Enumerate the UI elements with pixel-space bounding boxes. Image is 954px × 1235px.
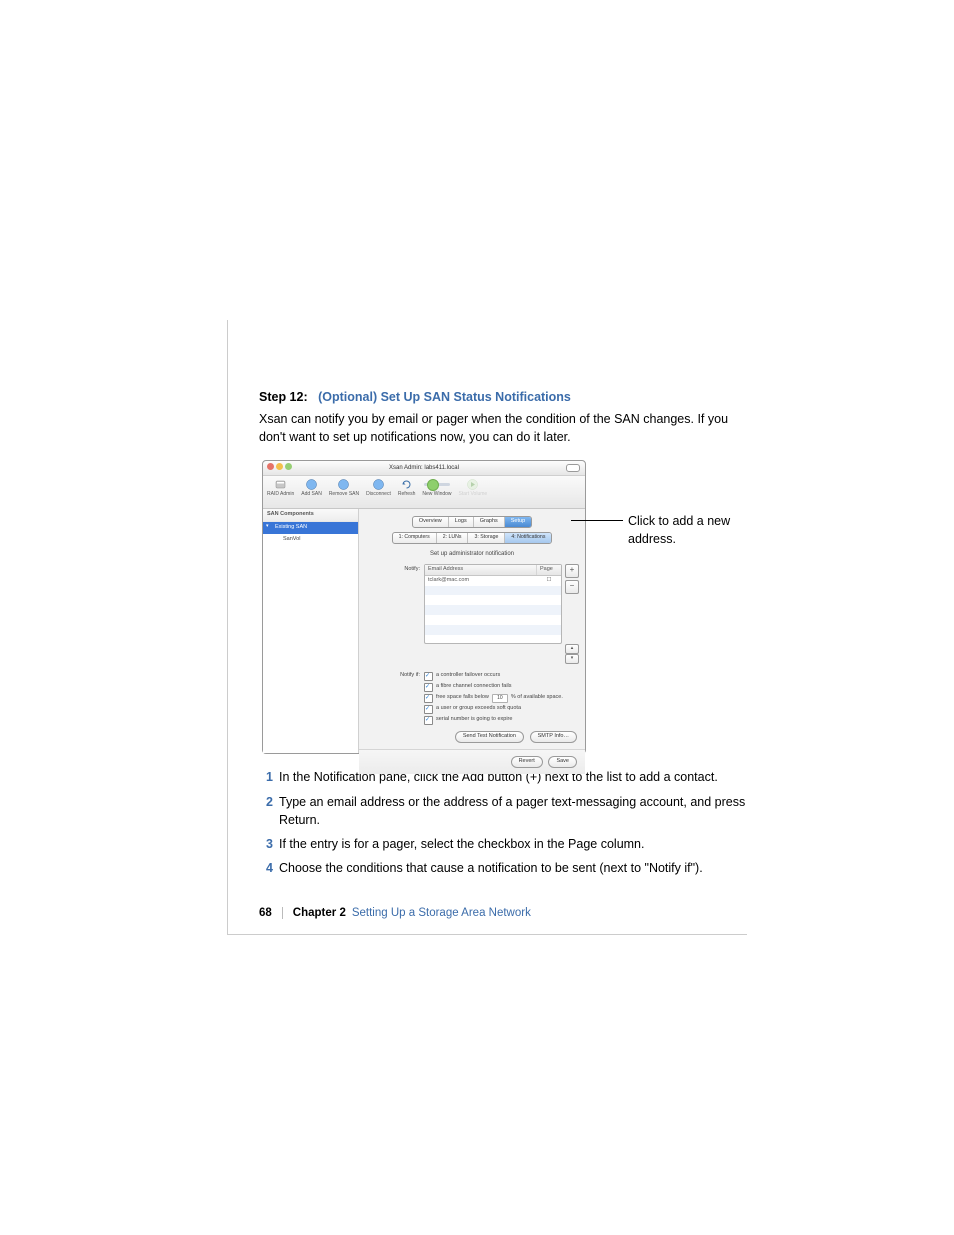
subtab-notifications[interactable]: 4: Notifications bbox=[505, 533, 551, 543]
cond-serial[interactable]: serial number is going to expire bbox=[424, 716, 563, 725]
toolbar: RAID Admin Add SAN Remove SAN bbox=[263, 476, 585, 509]
sidebar-header: SAN Components bbox=[263, 509, 358, 522]
toolbar-start-volume[interactable]: Start Volume bbox=[459, 478, 488, 497]
checkbox-icon[interactable] bbox=[424, 672, 433, 681]
step-number: Step 12: bbox=[259, 390, 308, 404]
list-row[interactable]: tclark@mac.com ☐ bbox=[425, 576, 561, 586]
step-title: (Optional) Set Up SAN Status Notificatio… bbox=[318, 390, 571, 404]
notify-label: Notify: bbox=[365, 564, 420, 574]
list-row bbox=[425, 586, 561, 596]
annotation-label: Click to add a new address. bbox=[628, 512, 738, 548]
toolbar-toggle-icon[interactable] bbox=[566, 464, 580, 472]
cond-free-space[interactable]: free space falls below 10 % of available… bbox=[424, 694, 563, 703]
smtp-info-button[interactable]: SMTP Info… bbox=[530, 731, 577, 743]
send-test-button[interactable]: Send Test Notification bbox=[455, 731, 524, 743]
cond-fibre[interactable]: a fibre channel connection fails bbox=[424, 683, 563, 692]
globe-add-icon bbox=[305, 478, 318, 491]
toolbar-add-san[interactable]: Add SAN bbox=[301, 478, 322, 497]
zoom-icon[interactable] bbox=[285, 463, 292, 470]
step-3-text: If the entry is for a pager, select the … bbox=[279, 835, 749, 853]
step-2-text: Type an email address or the address of … bbox=[279, 793, 749, 829]
stepper-up-icon[interactable]: ▴ bbox=[565, 644, 579, 654]
list-row bbox=[425, 635, 561, 642]
remove-button[interactable]: − bbox=[565, 580, 579, 594]
add-button[interactable]: + bbox=[565, 564, 579, 578]
step-4-text: Choose the conditions that cause a notif… bbox=[279, 859, 749, 877]
page-number: 68 bbox=[259, 907, 272, 919]
checkbox-icon[interactable] bbox=[424, 683, 433, 692]
refresh-icon bbox=[400, 478, 413, 491]
checkbox-icon[interactable] bbox=[424, 705, 433, 714]
tab-overview[interactable]: Overview bbox=[413, 517, 449, 527]
tab-setup[interactable]: Setup bbox=[505, 517, 531, 527]
revert-button[interactable]: Revert bbox=[511, 756, 543, 768]
sidebar-item-existing-san[interactable]: Existing SAN bbox=[263, 522, 358, 534]
cond-quota[interactable]: a user or group exceeds soft quota bbox=[424, 705, 563, 714]
window-title: Xsan Admin: labs411.local bbox=[389, 465, 459, 471]
main-tabs: Overview Logs Graphs Setup bbox=[412, 516, 532, 528]
checkbox-icon[interactable] bbox=[424, 716, 433, 725]
sidebar: SAN Components Existing SAN SanVol bbox=[263, 509, 359, 753]
disconnect-icon bbox=[372, 478, 385, 491]
notify-list[interactable]: Email Address Page tclark@mac.com ☐ bbox=[424, 564, 562, 644]
page-footer: 68 Chapter 2 Setting Up a Storage Area N… bbox=[259, 907, 531, 919]
subtab-luns[interactable]: 2: LUNs bbox=[437, 533, 469, 543]
main-pane: Overview Logs Graphs Setup 1: Computers … bbox=[359, 509, 585, 753]
cond-failover[interactable]: a controller failover occurs bbox=[424, 672, 563, 681]
list-row bbox=[425, 615, 561, 625]
subtab-computers[interactable]: 1: Computers bbox=[393, 533, 437, 543]
free-space-pct-input[interactable]: 10 bbox=[492, 694, 508, 703]
minimize-icon[interactable] bbox=[276, 463, 283, 470]
notify-if-label: Notify if: bbox=[365, 672, 424, 725]
annotation-leader-line bbox=[571, 520, 623, 521]
chapter-label: Chapter 2 bbox=[293, 907, 346, 919]
sub-tabs: 1: Computers 2: LUNs 3: Storage 4: Notif… bbox=[392, 532, 553, 544]
toolbar-refresh[interactable]: Refresh bbox=[398, 478, 416, 497]
toolbar-remove-san[interactable]: Remove SAN bbox=[329, 478, 359, 497]
subtab-storage[interactable]: 3: Storage bbox=[468, 533, 505, 543]
tab-graphs[interactable]: Graphs bbox=[474, 517, 505, 527]
window-titlebar: Xsan Admin: labs411.local bbox=[263, 461, 585, 476]
toolbar-raid-admin[interactable]: RAID Admin bbox=[267, 478, 294, 497]
embedded-screenshot: Xsan Admin: labs411.local RAID Admin Add… bbox=[262, 460, 586, 754]
globe-remove-icon bbox=[337, 478, 350, 491]
pane-heading: Set up administrator notification bbox=[359, 550, 585, 559]
step-line: Step 12: (Optional) Set Up SAN Status No… bbox=[259, 388, 749, 406]
list-row bbox=[425, 595, 561, 605]
col-page: Page bbox=[537, 565, 561, 575]
stepper-down-icon[interactable]: ▾ bbox=[565, 654, 579, 664]
close-icon[interactable] bbox=[267, 463, 274, 470]
tab-logs[interactable]: Logs bbox=[449, 517, 474, 527]
intro-text: Xsan can notify you by email or pager wh… bbox=[259, 410, 749, 446]
new-window-icon bbox=[424, 478, 450, 491]
toolbar-disconnect[interactable]: Disconnect bbox=[366, 478, 391, 497]
list-row bbox=[425, 625, 561, 635]
play-icon bbox=[466, 478, 479, 491]
steps-list: 1In the Notification pane, click the Add… bbox=[259, 768, 749, 877]
toolbar-new-window[interactable]: New Window bbox=[422, 478, 451, 497]
raid-icon bbox=[274, 478, 287, 491]
page-checkbox[interactable]: ☐ bbox=[537, 576, 561, 586]
list-row bbox=[425, 605, 561, 615]
chapter-title: Setting Up a Storage Area Network bbox=[352, 907, 531, 919]
checkbox-icon[interactable] bbox=[424, 694, 433, 703]
sidebar-item-volume[interactable]: SanVol bbox=[263, 534, 358, 546]
save-button[interactable]: Save bbox=[548, 756, 577, 768]
col-email: Email Address bbox=[425, 565, 537, 575]
